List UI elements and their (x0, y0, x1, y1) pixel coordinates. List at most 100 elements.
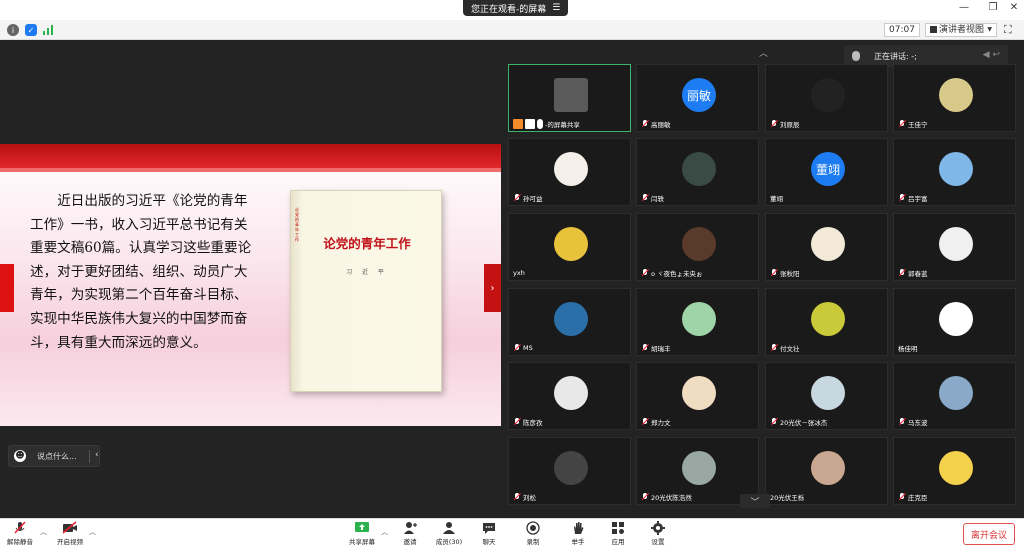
participant-tile[interactable]: 董翊 董翊 (765, 138, 888, 206)
start-video-button[interactable]: 开启视频 (52, 521, 88, 546)
share-screen-icon (354, 521, 370, 535)
restore-button[interactable]: ❐ (985, 2, 1001, 13)
participant-name: 董翊 (770, 195, 783, 203)
invite-label: 邀请 (403, 538, 417, 546)
participant-tile[interactable]: 郭春蓝 (893, 213, 1016, 281)
participant-name-row: 胡瑞丰 (641, 342, 671, 354)
share-screen-button[interactable]: 共享屏幕 (344, 521, 380, 546)
avatar (811, 376, 845, 410)
avatar: 丽敏 (682, 78, 716, 112)
members-label: 成员(30) (435, 538, 463, 546)
view-mode-dropdown[interactable]: 演讲者视图 ▼ (925, 23, 997, 37)
apps-label: 应用 (611, 538, 625, 546)
avatar (939, 78, 973, 112)
mic-muted-icon (770, 344, 778, 352)
book-author: 习 近 平 (346, 269, 388, 276)
participant-tile[interactable]: 王佳宁 (893, 64, 1016, 132)
chat-placeholder: 说点什么... (37, 451, 77, 461)
slide-paragraph: 近日出版的习近平《论党的青年工作》一书，收入习近平总书记有关重要文稿60篇。认真… (30, 193, 252, 351)
video-options-caret[interactable]: ︿ (89, 527, 96, 537)
participant-tile[interactable]: 胡瑞丰 (636, 288, 759, 356)
chevron-left-icon[interactable]: ‹ (95, 450, 99, 460)
participant-tile[interactable]: 杨佳明 (893, 288, 1016, 356)
avatar (554, 451, 588, 485)
book-title: 论党的青年工作 (323, 236, 411, 251)
share-status-pill[interactable]: 您正在观看-的屏幕 ☰ (463, 0, 569, 16)
close-button[interactable]: ✕ (1006, 2, 1022, 13)
chat-icon (481, 521, 497, 535)
unmute-button[interactable]: 解除静音 (2, 521, 38, 546)
participant-name: 郭春蓝 (908, 270, 928, 278)
participant-name-row: 庄克臣 (898, 491, 928, 503)
invite-button[interactable]: 邀请 (392, 521, 428, 546)
scroll-up-icon[interactable]: ︿ (759, 46, 768, 59)
participant-name: 20光伏王栎 (770, 494, 805, 502)
participant-tile[interactable]: MS (508, 288, 631, 356)
participant-tile[interactable]: ο ヾ夜色ょ未央ぉ (636, 213, 759, 281)
emoji-icon[interactable]: ☻ (14, 450, 26, 462)
participant-tile[interactable]: 孙可益 (508, 138, 631, 206)
participant-tile[interactable]: 马东波 (893, 362, 1016, 430)
participant-tile[interactable]: 20光伏－张冰杰 (765, 362, 888, 430)
members-icon (441, 521, 457, 535)
participant-tile[interactable]: 陈彦孜 (508, 362, 631, 430)
avatar (682, 227, 716, 261)
participant-name-row: 20光伏－张冰杰 (770, 416, 827, 428)
share-screen-label: 共享屏幕 (349, 538, 375, 546)
share-options-caret[interactable]: ︿ (381, 527, 388, 537)
participant-tile[interactable]: 庄克臣 (893, 437, 1016, 505)
participant-name: 王佳宁 (908, 121, 928, 129)
settings-button[interactable]: 设置 (640, 521, 676, 546)
raise-hand-label: 举手 (571, 538, 585, 546)
scroll-down-icon[interactable]: ﹀ (740, 494, 770, 508)
mic-muted-icon (898, 418, 906, 426)
signal-icon[interactable] (42, 24, 54, 36)
participant-tile[interactable]: 付文壮 (765, 288, 888, 356)
chat-button[interactable]: 聊天 (471, 521, 507, 546)
participant-name-row: 郑力文 (641, 416, 671, 428)
raise-hand-button[interactable]: 举手 (560, 521, 596, 546)
book-cover: 论党的青年工作 论党的青年工作 习 近 平 (290, 190, 442, 392)
participant-tile[interactable]: 刘原辰 (765, 64, 888, 132)
participant-tile[interactable]: 吕宇富 (893, 138, 1016, 206)
audio-options-caret[interactable]: ︿ (40, 527, 47, 537)
participant-tile[interactable]: 20光伏王栎 (765, 437, 888, 505)
participant-name: yxh (513, 269, 525, 277)
participant-tile[interactable]: yxh (508, 213, 631, 281)
members-button[interactable]: 成员(30) (431, 521, 467, 546)
slide-red-band (0, 144, 501, 168)
info-icon[interactable]: i (7, 24, 19, 36)
shield-icon[interactable]: ✓ (25, 24, 37, 36)
participant-tile[interactable]: 郑力文 (636, 362, 759, 430)
slide-next-button[interactable]: › (484, 264, 501, 312)
leave-meeting-button[interactable]: 离开会议 (963, 523, 1015, 545)
participant-name-row: yxh (513, 267, 525, 279)
participant-name: 杨佳明 (898, 345, 918, 353)
menu-icon[interactable]: ☰ (552, 3, 560, 13)
mic-muted-icon (641, 269, 649, 277)
gear-icon (650, 521, 666, 535)
record-button[interactable]: 录制 (515, 521, 551, 546)
minimize-button[interactable]: — (956, 2, 972, 13)
participant-tile[interactable]: -的屏幕共享 (508, 64, 631, 132)
participant-tile[interactable]: 张秋阳 (765, 213, 888, 281)
participant-tile[interactable]: 丽敏 高丽敏 (636, 64, 759, 132)
avatar (554, 376, 588, 410)
participant-name: 胡瑞丰 (651, 345, 671, 353)
participant-tile[interactable]: 闫轶 (636, 138, 759, 206)
participant-name-row: 吕宇富 (898, 192, 928, 204)
participant-name-row: 付文壮 (770, 342, 800, 354)
mic-muted-icon (898, 493, 906, 501)
mic-muted-icon (898, 120, 906, 128)
apps-button[interactable]: 应用 (600, 521, 636, 546)
pin-icon[interactable]: ◀ ↩ (983, 50, 1000, 60)
mic-muted-icon (641, 418, 649, 426)
fullscreen-icon[interactable]: ⛶ (1004, 23, 1012, 37)
chat-input-box[interactable]: ☻ 说点什么... ‹ (8, 445, 100, 467)
participant-name-row: 王佳宁 (898, 118, 928, 130)
avatar (939, 376, 973, 410)
participant-tile[interactable]: 刘松 (508, 437, 631, 505)
participant-name: 张秋阳 (780, 270, 800, 278)
participant-name: 刘松 (523, 494, 536, 502)
record-icon (525, 521, 541, 535)
